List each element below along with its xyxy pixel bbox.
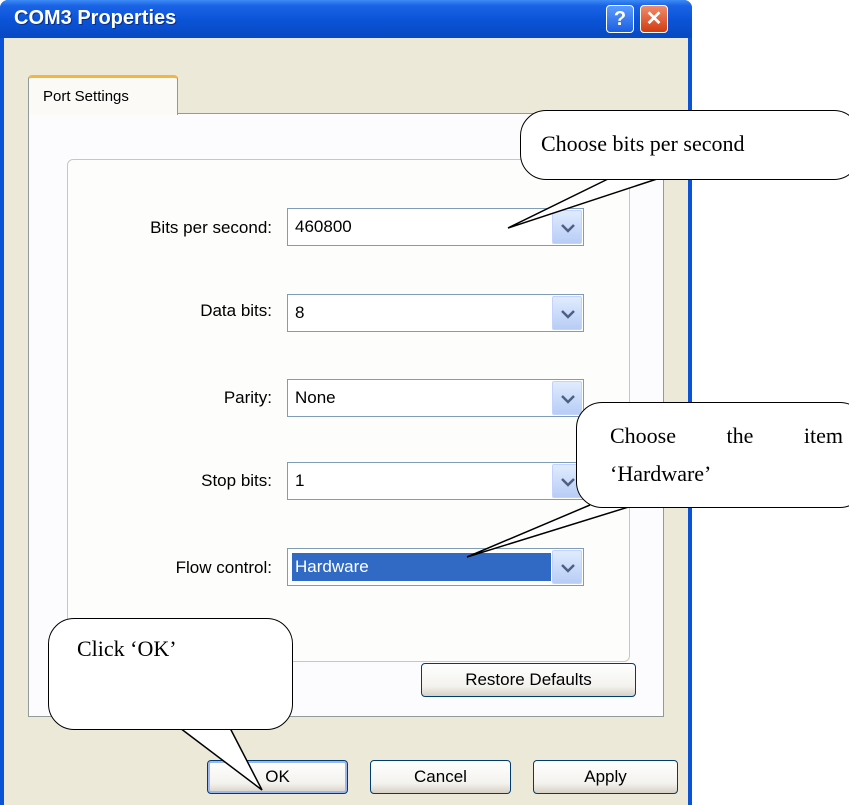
callout-hardware-text-word3: item xyxy=(803,423,843,448)
hardware-callout-pointer xyxy=(466,504,636,558)
ok-callout-pointer xyxy=(179,727,263,791)
bits-callout-pointer xyxy=(507,177,661,229)
callout-hardware-text-word2: the xyxy=(726,423,754,448)
callout-hardware-text-line2: ‘Hardware’ xyxy=(610,461,712,486)
callout-hardware-text-word1: Choose xyxy=(610,423,676,448)
tab-label: Port Settings xyxy=(43,88,129,105)
callout-choose-hardware: Choose the item ‘Hardware’ xyxy=(576,402,849,508)
callout-choose-bits: Choose bits per second xyxy=(520,110,849,180)
tab-port-settings[interactable]: Port Settings xyxy=(28,75,178,115)
callout-click-ok: Click ‘OK’ xyxy=(48,618,293,730)
callout-click-ok-text: Click ‘OK’ xyxy=(77,636,177,661)
callout-choose-bits-text: Choose bits per second xyxy=(541,131,745,156)
